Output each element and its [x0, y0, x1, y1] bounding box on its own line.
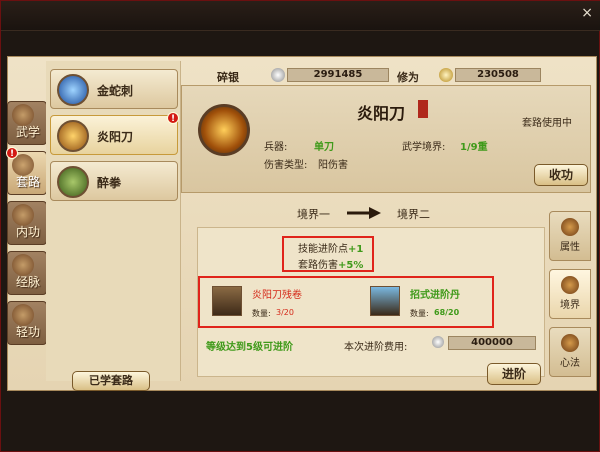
realm-label: 武学境界:	[402, 142, 446, 153]
damage-bonus-text: 套路伤害	[298, 260, 338, 271]
silver-label: 碎银	[217, 71, 239, 84]
skill-points-label: 技能进阶点+1	[298, 240, 363, 255]
cultivation-icon	[439, 68, 453, 82]
learned-routines-button[interactable]: 已学套路	[72, 371, 150, 391]
material-qty-value: 68/20	[434, 308, 460, 317]
tab-label: 套路	[15, 175, 40, 189]
advance-button[interactable]: 进阶	[487, 363, 541, 385]
tab-label: 轻功	[15, 325, 40, 339]
tab-mind-method[interactable]: 心法	[549, 327, 591, 377]
tab-inner-power[interactable]: 内功	[7, 201, 47, 245]
chest-item-icon[interactable]	[370, 286, 400, 316]
realm-value: 1/9重	[460, 142, 488, 153]
silver-value: 2991485	[287, 68, 389, 82]
skill-emblem-icon	[198, 104, 250, 156]
tab-label: 武学	[15, 125, 40, 139]
tab-attributes[interactable]: 属性	[549, 211, 591, 261]
tab-lightness[interactable]: 轻功	[7, 301, 47, 345]
skill-points-text: 技能进阶点	[298, 244, 348, 255]
skill-item[interactable]: 金蛇刺	[50, 69, 178, 109]
tab-label: 心法	[560, 358, 580, 369]
skill-item[interactable]: 炎阳刀 !	[50, 112, 179, 155]
tab-label: 属性	[560, 242, 580, 253]
game-window: × 碎银 2991485 修为 230508 武学 套路 ! 内功 经脉 轻功	[0, 0, 600, 452]
alert-badge: !	[6, 147, 18, 159]
skill-list: 金蛇刺 炎阳刀 ! 醉拳 已学套路	[46, 61, 181, 391]
collect-button[interactable]: 收功	[534, 164, 588, 186]
tab-label: 经脉	[15, 275, 40, 289]
skill-points-value: +1	[348, 244, 364, 255]
material-qty-label: 数量:	[252, 309, 271, 318]
skill-title: 炎阳刀	[357, 104, 406, 123]
skill-name: 金蛇刺	[97, 84, 134, 98]
weapon-value: 单刀	[314, 142, 334, 153]
skill-name: 炎阳刀	[97, 130, 134, 144]
tab-martial-arts[interactable]: 武学	[7, 101, 47, 145]
tab-realm[interactable]: 境界	[549, 269, 591, 319]
cost-label: 本次进阶费用:	[344, 342, 408, 353]
skill-name: 醉拳	[97, 176, 122, 190]
advancement-panel: 技能进阶点+1 套路伤害+5% 炎阳刀残卷 数量: 3/20 招式进阶丹 数量:…	[197, 227, 545, 377]
snake-sword-icon	[57, 74, 89, 106]
status-text: 套路使用中	[522, 118, 572, 129]
fist-icon	[57, 166, 89, 198]
material-qty-value: 3/20	[276, 308, 294, 317]
scroll-item-icon[interactable]	[212, 286, 242, 316]
cultivation-value: 230508	[455, 68, 541, 82]
material-name: 炎阳刀残卷	[252, 290, 302, 301]
cost-value: 400000	[448, 336, 536, 350]
requirement-text: 等级达到5级可进阶	[206, 342, 293, 353]
realm-to: 境界二	[397, 208, 430, 221]
mind-method-icon	[561, 334, 579, 352]
realm-from: 境界一	[297, 208, 330, 221]
blade-icon	[57, 120, 89, 152]
silver-icon	[432, 336, 444, 348]
realm-icon	[561, 276, 579, 294]
materials-box	[198, 276, 494, 328]
tab-label: 境界	[560, 300, 580, 311]
tab-label: 内功	[15, 225, 40, 239]
skill-detail-panel: 炎阳刀 套路使用中 兵器: 单刀 武学境界: 1/9重 伤害类型: 阳伤害 收功	[181, 85, 591, 193]
attributes-icon	[561, 218, 579, 236]
close-icon[interactable]: ×	[581, 5, 593, 21]
tab-meridians[interactable]: 经脉	[7, 251, 47, 295]
material-name: 招式进阶丹	[410, 290, 460, 301]
damage-type-value: 阳伤害	[318, 160, 348, 171]
skill-item[interactable]: 醉拳	[50, 161, 178, 201]
silver-icon	[271, 68, 285, 82]
damage-bonus-value: +5%	[338, 260, 364, 271]
damage-type-label: 伤害类型:	[264, 160, 308, 171]
material-qty-label: 数量:	[410, 309, 429, 318]
arrow-right-icon	[347, 204, 381, 219]
seal-icon	[418, 100, 428, 118]
weapon-label: 兵器:	[264, 142, 288, 153]
cultivation-label: 修为	[397, 71, 419, 84]
damage-bonus-label: 套路伤害+5%	[298, 256, 363, 271]
alert-badge: !	[167, 112, 179, 124]
title-bar: ×	[1, 1, 600, 31]
